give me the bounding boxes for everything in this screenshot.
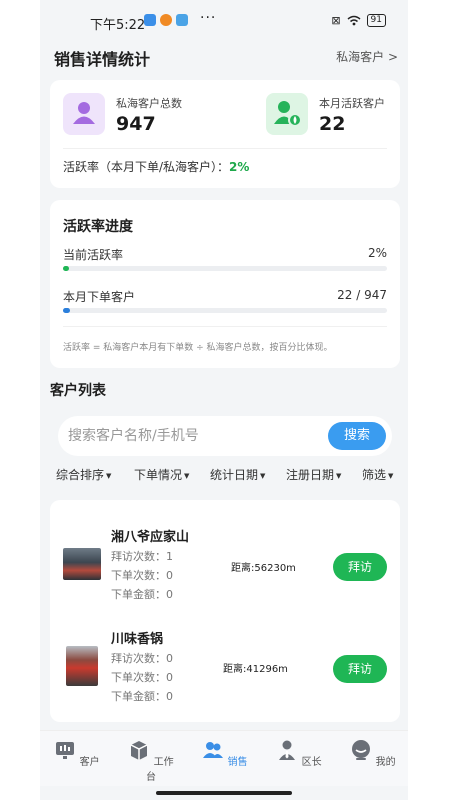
orders-value: 22 / 947 [337,288,387,302]
progress-title: 活跃率进度 [63,219,133,235]
notification-icons [144,14,188,26]
customer-list: 湘八爷应家山 拜访次数：1 下单次数：0 下单金额：0 距离:56230m 拜访… [50,500,400,722]
list-item[interactable]: 湘八爷应家山 拜访次数：1 下单次数：0 下单金额：0 距离:56230m 拜访 [50,526,400,626]
order-amount: 下单金额：0 [111,588,173,601]
tab-customer[interactable]: 客户 [52,739,102,768]
weibo-icon [160,14,172,26]
dropdown-arrow-icon: ▼ [184,472,190,480]
sales-icon [203,742,224,758]
rate-note: 活跃率 = 私海客户本月有下单数 ÷ 私海客户总数，按百分比体现。 [63,343,333,353]
visit-button[interactable]: 拜访 [333,553,387,581]
page-title: 销售详情统计 [54,50,151,69]
battery-icon: 91 [366,14,386,27]
divider [63,326,387,327]
dropdown-arrow-icon: ▼ [336,472,342,480]
order-amount: 下单金额：0 [111,690,173,703]
app-screen: 下午5:22 ··· ⊠ 91 销售详情统计 私海客户 > 私海客户总数 947… [40,0,408,800]
private-customers-link[interactable]: 私海客户 > [336,48,398,65]
customer-name: 川味香锅 [111,632,164,647]
filter-bar: 综合排序 ▼ 下单情况 ▼ 统计日期 ▼ 注册日期 ▼ 筛选 ▼ [40,466,408,486]
message-icon [176,14,188,26]
order-count: 下单次数：0 [111,671,173,684]
tab-label: 客户 [79,757,100,768]
filter-label: 统计日期 [210,468,259,482]
active-rate-value: 2% [229,160,250,174]
filter-label: 筛选 [362,468,387,482]
current-rate-bar [63,266,387,271]
workbench-icon [131,741,148,760]
active-rate-line: 活跃率（本月下单/私海客户）：2% [63,158,249,175]
search-input[interactable] [68,424,308,448]
orders-label: 本月下单客户 [63,290,136,304]
filter-label: 注册日期 [286,468,335,482]
shop-thumbnail [66,646,98,686]
filter-more[interactable]: 筛选 ▼ [362,466,393,483]
tab-profile[interactable]: 我的 [348,739,398,768]
search-button[interactable]: 搜索 [328,422,386,450]
dropdown-arrow-icon: ▼ [260,472,266,480]
active-rate-label: 活跃率（本月下单/私海客户）： [63,160,230,174]
tab-label: 我的 [375,757,396,768]
customer-icon [56,742,75,759]
customer-total-icon [63,93,105,135]
orders-bar [63,308,387,313]
page-header: 销售详情统计 私海客户 > [54,46,398,69]
active-customers-value: 22 [319,113,346,135]
profile-icon [352,740,371,760]
current-rate-label: 当前活跃率 [63,248,124,262]
current-rate-value: 2% [367,246,387,260]
shop-thumbnail [63,548,101,580]
manager-icon [279,740,296,760]
customer-list-title: 客户列表 [50,383,106,399]
search-bar: 搜索 [58,416,392,456]
app-notification-icon [144,14,156,26]
distance: 距离:41296m [223,664,288,675]
filter-label: 下单情况 [134,468,183,482]
home-indicator [156,791,292,795]
system-icons: ⊠ 91 [331,14,386,27]
progress-card: 活跃率进度 当前活跃率 2% 本月下单客户 22 / 947 活跃率 = 私海客… [50,200,400,368]
distance: 距离:56230m [231,563,296,574]
customer-name: 湘八爷应家山 [111,530,190,545]
dropdown-arrow-icon: ▼ [388,472,394,480]
filter-stat-date[interactable]: 统计日期 ▼ [210,466,265,483]
tab-label: 区长 [301,757,322,768]
active-customer-icon [266,93,308,135]
tab-label: 销售 [227,757,248,768]
filter-register-date[interactable]: 注册日期 ▼ [286,466,341,483]
list-item[interactable]: 川味香锅 拜访次数：0 下单次数：0 下单金额：0 距离:41296m 拜访 [50,628,400,728]
filter-sort[interactable]: 综合排序 ▼ [56,466,111,483]
tab-label: 工作台 [146,757,174,783]
filter-orders[interactable]: 下单情况 ▼ [134,466,189,483]
more-icon: ··· [200,10,217,26]
visit-count: 拜访次数：0 [111,652,173,665]
tab-sales[interactable]: 销售 [200,739,250,768]
order-count: 下单次数：0 [111,569,173,582]
current-rate-fill [63,266,70,271]
dropdown-arrow-icon: ▼ [106,472,112,480]
filter-label: 综合排序 [56,468,105,482]
tab-manager[interactable]: 区长 [274,739,324,768]
active-customers-label: 本月活跃客户 [319,97,385,110]
status-bar: 下午5:22 ··· ⊠ 91 [40,0,408,42]
sim-icon: ⊠ [331,14,341,27]
orders-fill [63,308,71,313]
divider [63,148,387,149]
bottom-tab-bar: 客户 工作台 销售 区长 我的 [40,730,408,786]
total-customers-value: 947 [116,113,156,135]
tab-workbench[interactable]: 工作台 [126,739,176,783]
visit-count: 拜访次数：1 [111,550,173,563]
status-time: 下午5:22 [90,18,146,33]
visit-button[interactable]: 拜访 [333,655,387,683]
wifi-icon [347,15,361,26]
summary-card: 私海客户总数 947 本月活跃客户 22 活跃率（本月下单/私海客户）：2% [50,80,400,188]
total-customers-label: 私海客户总数 [116,97,182,110]
